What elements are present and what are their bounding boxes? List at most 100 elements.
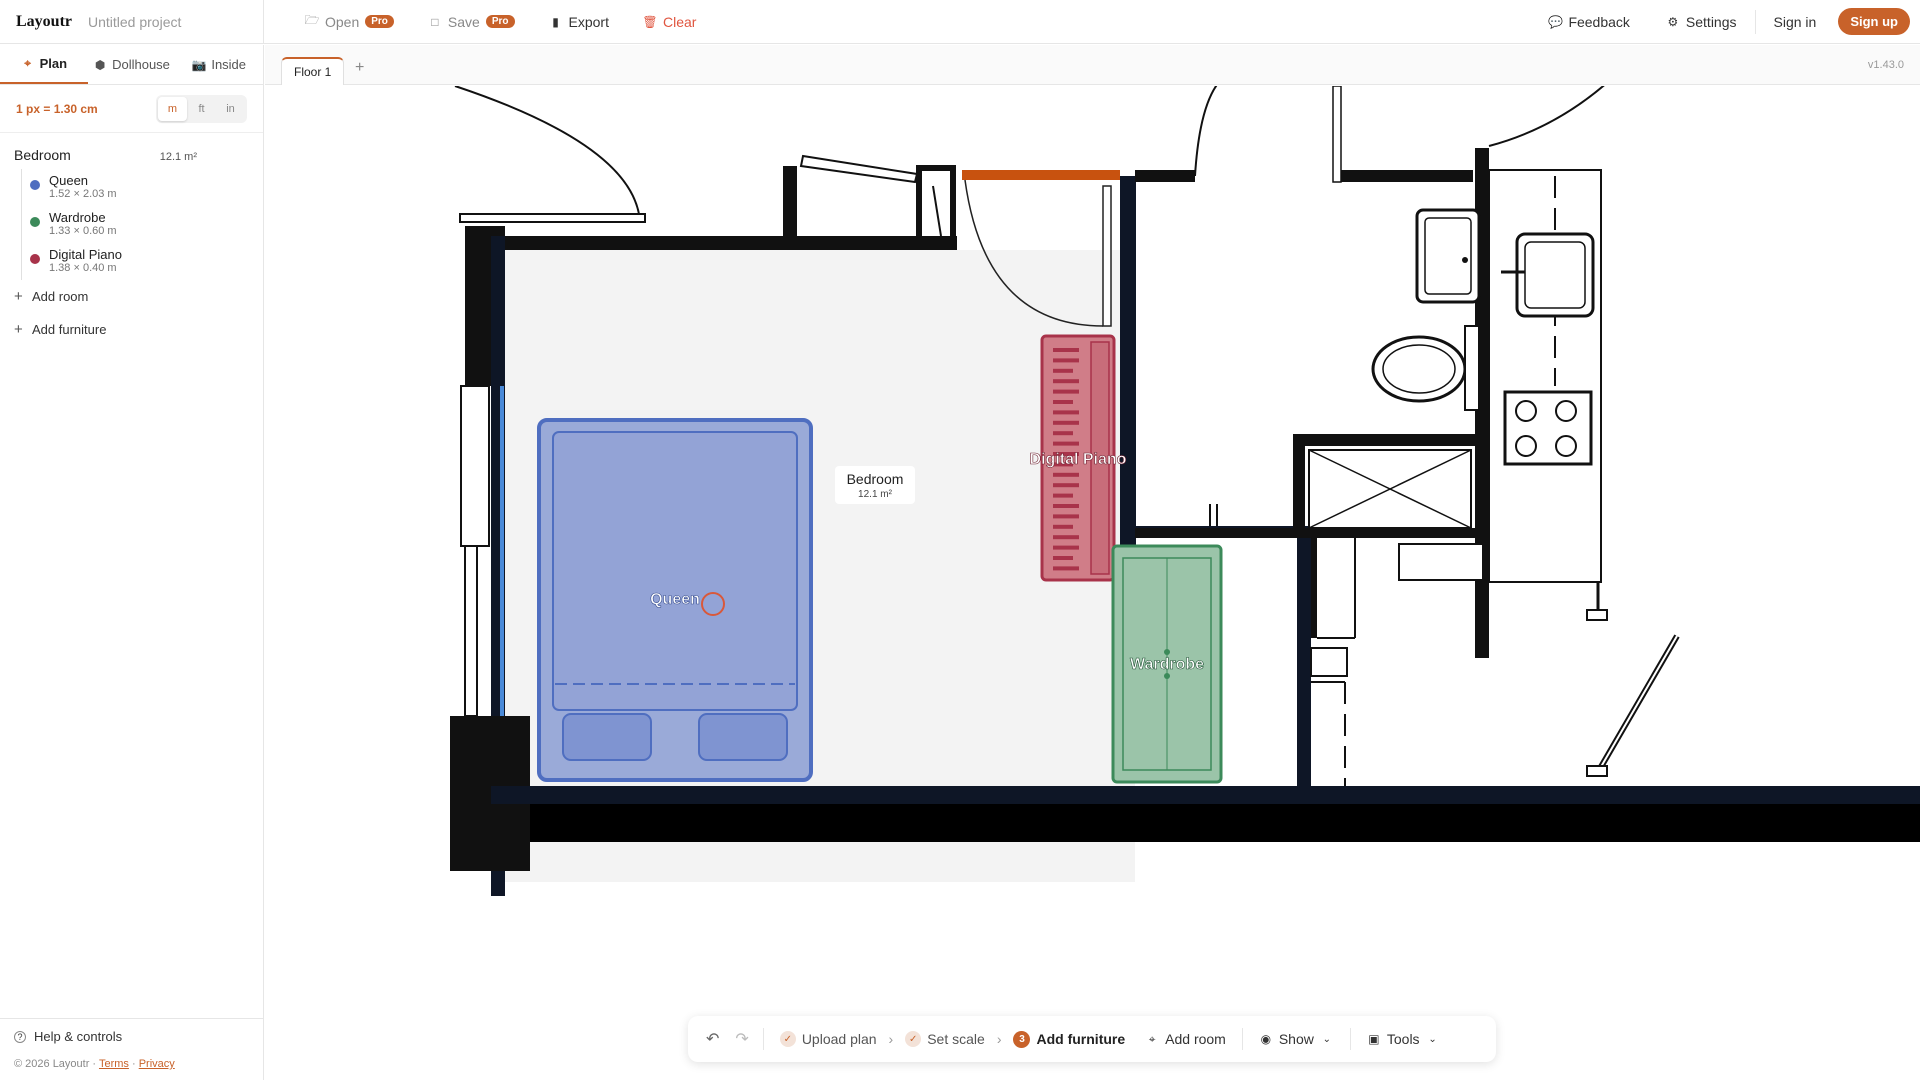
door-swing bbox=[454, 86, 641, 223]
plan-canvas[interactable]: Queen Bedroom 12.1 m² Digital Piano Ward… bbox=[265, 86, 1920, 1080]
trash-icon: 🗑 bbox=[642, 14, 658, 29]
top-bar: Layoutr Untitled project 🗁 Open Pro □ Sa… bbox=[0, 0, 1920, 44]
pillow bbox=[698, 713, 788, 761]
chat-icon: 💬 bbox=[1547, 14, 1563, 29]
add-furniture-label: Add furniture bbox=[32, 322, 107, 337]
scale-text[interactable]: 1 px = 1.30 cm bbox=[16, 102, 98, 116]
camera-icon: 📷 bbox=[191, 57, 207, 72]
app-logo[interactable]: Layoutr bbox=[16, 13, 72, 31]
upload-plan-step[interactable]: ✓ Upload plan bbox=[770, 1031, 887, 1047]
wall bbox=[1333, 170, 1473, 182]
add-room-button[interactable]: + Add room bbox=[0, 280, 263, 313]
export-label: Export bbox=[568, 13, 609, 30]
room-label[interactable]: Bedroom 12.1 m² bbox=[835, 466, 915, 504]
room-label-name: Bedroom bbox=[847, 471, 904, 487]
undo-icon[interactable]: ↶ bbox=[698, 1029, 727, 1049]
tab-dollhouse-label: Dollhouse bbox=[112, 57, 170, 72]
feedback-button[interactable]: 💬 Feedback bbox=[1530, 14, 1647, 30]
tab-plan[interactable]: ⌖ Plan bbox=[0, 45, 88, 84]
wall bbox=[1293, 434, 1305, 534]
color-dot bbox=[30, 254, 40, 264]
copyright: © 2026 Layoutr · Terms · Privacy bbox=[14, 1058, 175, 1070]
export-button[interactable]: ▮ Export bbox=[532, 0, 626, 44]
wall-detail bbox=[932, 185, 942, 237]
show-dropdown[interactable]: ◉ Show ⌄ bbox=[1249, 1031, 1344, 1047]
tab-floor-1[interactable]: Floor 1 bbox=[281, 57, 345, 85]
wardrobe-label: Wardrobe bbox=[1130, 656, 1204, 673]
privacy-link[interactable]: Privacy bbox=[139, 1058, 175, 1070]
tools-dropdown[interactable]: ▣ Tools ⌄ bbox=[1357, 1031, 1450, 1047]
item-name: Queen bbox=[49, 173, 89, 188]
scale-row: 1 px = 1.30 cm m ft in bbox=[0, 85, 263, 133]
toilet bbox=[1371, 335, 1467, 403]
selected-wall bbox=[962, 170, 1120, 180]
list-item[interactable]: Digital Piano 1.38 × 0.40 m bbox=[30, 243, 263, 280]
door-leaf-inner bbox=[1597, 635, 1678, 773]
save-button[interactable]: □ Save Pro bbox=[411, 0, 532, 44]
project-name[interactable]: Untitled project bbox=[88, 14, 181, 30]
check-icon: ✓ bbox=[779, 1031, 796, 1047]
pro-badge: Pro bbox=[365, 15, 394, 28]
window-highlight bbox=[500, 386, 504, 716]
settings-label: Settings bbox=[1685, 13, 1737, 30]
handle bbox=[1164, 673, 1170, 679]
divider bbox=[762, 1028, 764, 1050]
room-header[interactable]: Bedroom 12.1 m² bbox=[0, 133, 263, 169]
room-icon: ⌖ bbox=[1148, 1031, 1156, 1046]
set-scale-label: Set scale bbox=[927, 1031, 985, 1047]
drain bbox=[1462, 257, 1468, 263]
tab-inside-label: Inside bbox=[211, 57, 247, 72]
file-menu: 🗁 Open Pro □ Save Pro ▮ Export 🗑 Clear bbox=[288, 0, 713, 44]
toilet-tank bbox=[1464, 325, 1480, 411]
unit-m[interactable]: m bbox=[158, 96, 187, 121]
piano-key bbox=[1053, 535, 1079, 540]
door-hinge bbox=[1586, 765, 1608, 777]
open-button[interactable]: 🗁 Open Pro bbox=[288, 0, 411, 44]
door-swing bbox=[1194, 86, 1218, 177]
pro-badge: Pro bbox=[485, 15, 515, 28]
floor-bar: Floor 1 + v1.43.0 bbox=[265, 45, 1920, 85]
help-button[interactable]: ? Help & controls bbox=[14, 1029, 249, 1044]
queen-bed[interactable]: Queen bbox=[537, 418, 813, 782]
fixture bbox=[1398, 543, 1484, 581]
redo-icon[interactable]: ↷ bbox=[727, 1029, 756, 1049]
clear-button[interactable]: 🗑 Clear bbox=[626, 0, 713, 44]
add-furniture-step[interactable]: 3 Add furniture bbox=[1003, 1030, 1135, 1048]
chevron-right-icon: › bbox=[888, 1031, 894, 1047]
show-label: Show bbox=[1278, 1031, 1314, 1047]
color-dot bbox=[30, 180, 40, 190]
add-room-label: Add room bbox=[32, 289, 89, 304]
set-scale-step[interactable]: ✓ Set scale bbox=[895, 1031, 995, 1047]
copyright-text: © 2026 Layoutr · bbox=[14, 1058, 97, 1070]
version-label: v1.43.0 bbox=[1867, 59, 1904, 71]
signup-button[interactable]: Sign up bbox=[1838, 8, 1910, 35]
window-frame bbox=[799, 154, 919, 184]
piano-key bbox=[1053, 556, 1073, 560]
add-floor-button[interactable]: + bbox=[355, 59, 364, 77]
digital-piano[interactable]: Digital Piano bbox=[1029, 334, 1127, 582]
piano-key bbox=[1053, 379, 1079, 384]
pillow bbox=[562, 713, 652, 761]
tab-plan-label: Plan bbox=[39, 56, 68, 71]
unit-in[interactable]: in bbox=[216, 97, 245, 121]
list-item[interactable]: Queen 1.52 × 2.03 m bbox=[30, 169, 263, 206]
unit-ft[interactable]: ft bbox=[187, 97, 216, 121]
tools-label: Tools bbox=[1386, 1031, 1420, 1047]
view-tabs: ⌖ Plan ⬢ Dollhouse 📷 Inside bbox=[0, 45, 263, 85]
feedback-label: Feedback bbox=[1568, 13, 1630, 30]
tab-inside[interactable]: 📷 Inside bbox=[175, 45, 263, 84]
terms-link[interactable]: Terms bbox=[99, 1058, 129, 1070]
item-dims: 1.52 × 2.03 m bbox=[49, 188, 117, 200]
signin-button[interactable]: Sign in bbox=[1756, 14, 1835, 30]
settings-button[interactable]: ⚙ Settings bbox=[1648, 14, 1755, 30]
add-furniture-step-label: Add furniture bbox=[1036, 1031, 1126, 1047]
list-item[interactable]: Wardrobe 1.33 × 0.60 m bbox=[30, 206, 263, 243]
piano-key bbox=[1053, 400, 1073, 404]
tab-dollhouse[interactable]: ⬢ Dollhouse bbox=[88, 45, 176, 84]
piano-key bbox=[1053, 493, 1073, 498]
step-number: 3 bbox=[1013, 1030, 1031, 1048]
add-room-tool[interactable]: ⌖ Add room bbox=[1135, 1031, 1236, 1047]
wardrobe[interactable]: Wardrobe bbox=[1111, 544, 1223, 784]
add-furniture-button[interactable]: + Add furniture bbox=[0, 313, 263, 346]
piano-key bbox=[1053, 358, 1079, 363]
